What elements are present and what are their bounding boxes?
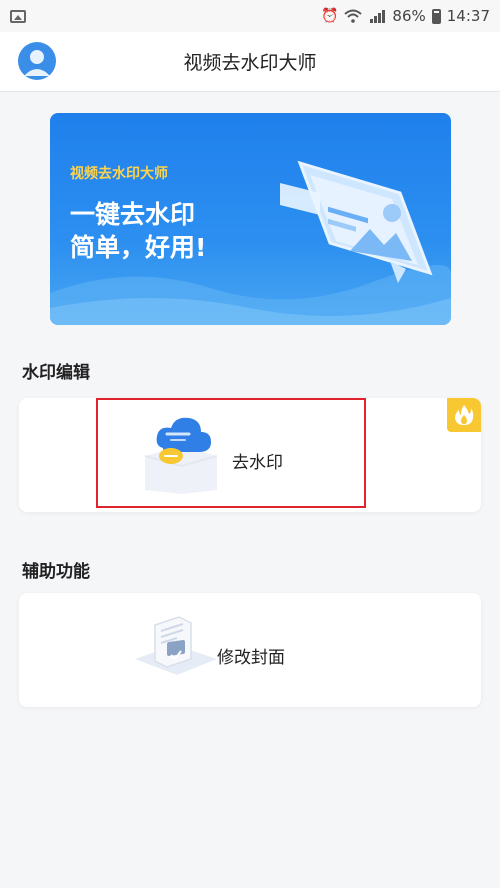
edit-cover-card[interactable]: 修改封面: [19, 593, 481, 707]
banner-subtitle: 视频去水印大师: [70, 166, 168, 182]
app-header: 视频去水印大师: [0, 32, 500, 92]
4g-signal-icon: [370, 10, 386, 23]
alarm-icon: ⏰: [320, 8, 339, 24]
user-avatar-icon[interactable]: [18, 42, 56, 80]
clock-time: 14:37: [446, 7, 490, 25]
image-icon: [10, 9, 26, 23]
promo-banner[interactable]: 视频去水印大师 一键去水印 简单，好用!: [50, 113, 451, 325]
banner-headline-2: 简单，好用!: [70, 233, 207, 262]
selection-highlight-box: [96, 398, 366, 508]
banner-headline-1: 一键去水印: [70, 200, 196, 229]
fire-icon: [447, 398, 481, 432]
page-title: 视频去水印大师: [183, 52, 317, 74]
edit-cover-icon: [135, 616, 217, 675]
battery-percent: 86%: [392, 7, 426, 25]
battery-icon: [431, 8, 441, 24]
section-title-aux-functions: 辅助功能: [22, 562, 90, 582]
status-bar: ⏰ 86% 14:37: [0, 0, 500, 32]
edit-cover-label: 修改封面: [217, 648, 285, 668]
section-title-watermark-edit: 水印编辑: [22, 363, 90, 383]
wifi-icon: [344, 9, 363, 23]
